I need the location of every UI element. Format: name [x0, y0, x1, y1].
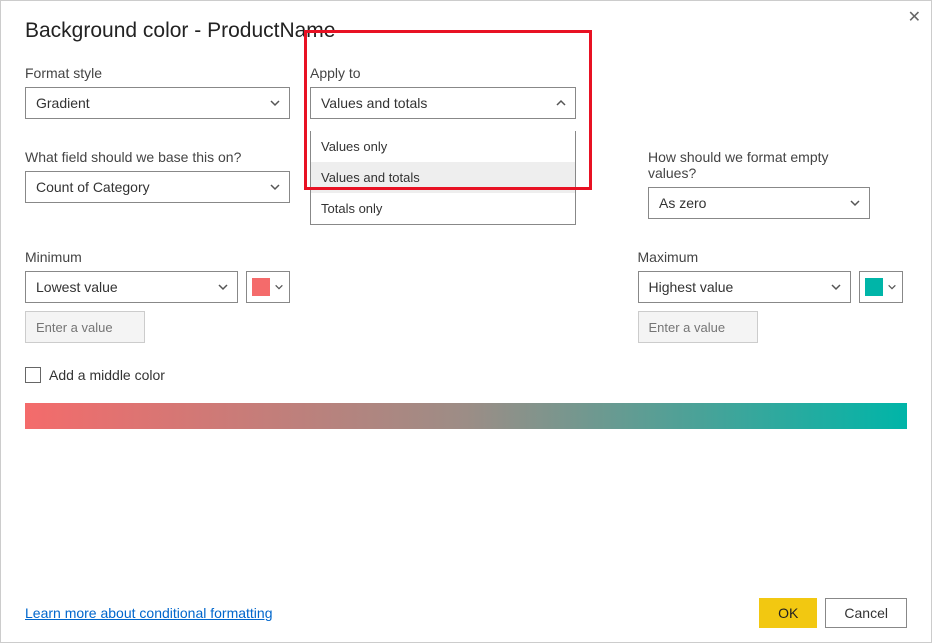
apply-to-option-values-only[interactable]: Values only: [311, 131, 575, 162]
empty-values-select[interactable]: As zero: [648, 187, 870, 219]
add-middle-color-checkbox[interactable]: [25, 367, 41, 383]
apply-to-option-totals-only[interactable]: Totals only: [311, 193, 575, 224]
chevron-down-icon: [887, 282, 897, 292]
base-field-select[interactable]: Count of Category: [25, 171, 290, 203]
minimum-color-picker[interactable]: [246, 271, 290, 303]
minimum-value: Lowest value: [36, 279, 118, 295]
apply-to-select[interactable]: Values and totals: [310, 87, 576, 119]
close-icon[interactable]: ✕: [908, 7, 921, 27]
apply-to-option-values-and-totals[interactable]: Values and totals: [311, 162, 575, 193]
base-field-label: What field should we base this on?: [25, 149, 290, 165]
maximum-color-swatch: [865, 278, 883, 296]
learn-more-link[interactable]: Learn more about conditional formatting: [25, 605, 272, 621]
ok-button[interactable]: OK: [759, 598, 817, 628]
chevron-down-icon: [849, 197, 861, 209]
format-style-select[interactable]: Gradient: [25, 87, 290, 119]
maximum-label: Maximum: [638, 249, 908, 265]
chevron-down-icon: [274, 282, 284, 292]
dialog-title: Background color - ProductName: [25, 19, 907, 43]
apply-to-value: Values and totals: [321, 95, 427, 111]
apply-to-dropdown: Values only Values and totals Totals onl…: [310, 131, 576, 225]
cancel-button[interactable]: Cancel: [825, 598, 907, 628]
chevron-down-icon: [217, 281, 229, 293]
chevron-down-icon: [830, 281, 842, 293]
minimum-label: Minimum: [25, 249, 290, 265]
chevron-up-icon: [555, 97, 567, 109]
apply-to-label: Apply to: [310, 65, 590, 81]
minimum-select[interactable]: Lowest value: [25, 271, 238, 303]
format-style-label: Format style: [25, 65, 290, 81]
maximum-value-input[interactable]: [638, 311, 758, 343]
chevron-down-icon: [269, 181, 281, 193]
chevron-down-icon: [269, 97, 281, 109]
maximum-color-picker[interactable]: [859, 271, 903, 303]
gradient-preview: [25, 403, 907, 429]
empty-values-label: How should we format empty values?: [648, 149, 870, 181]
empty-values-value: As zero: [659, 195, 706, 211]
add-middle-color-label: Add a middle color: [49, 367, 165, 383]
maximum-value: Highest value: [649, 279, 734, 295]
format-style-value: Gradient: [36, 95, 90, 111]
maximum-select[interactable]: Highest value: [638, 271, 851, 303]
base-field-value: Count of Category: [36, 179, 150, 195]
minimum-value-input[interactable]: [25, 311, 145, 343]
minimum-color-swatch: [252, 278, 270, 296]
